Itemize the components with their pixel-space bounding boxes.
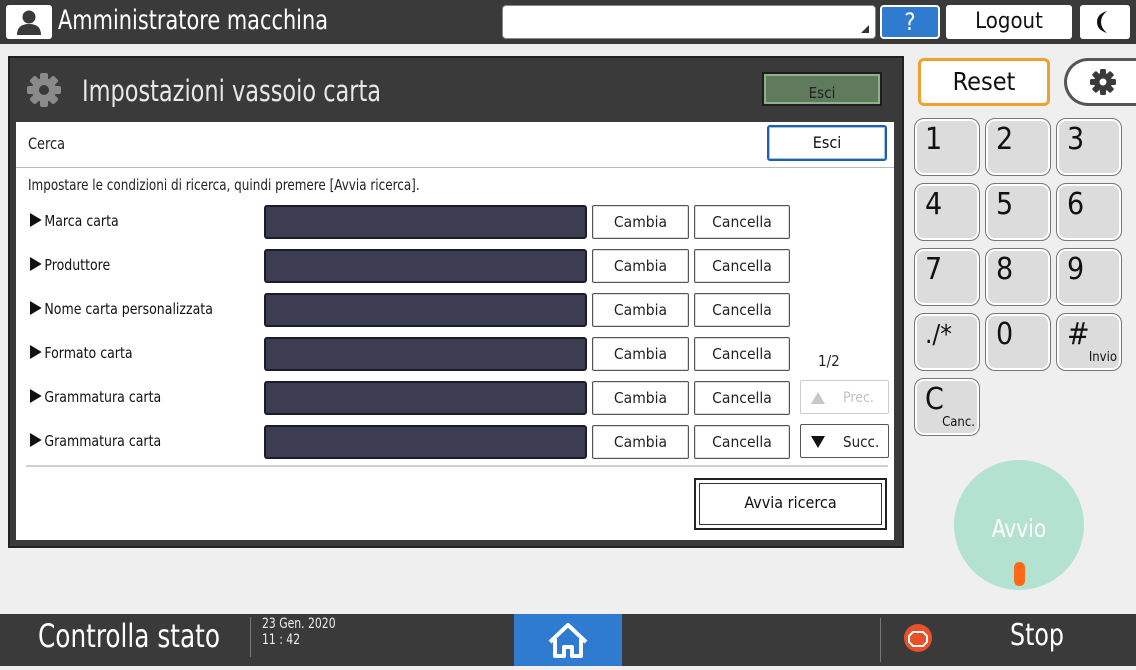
next-page-button[interactable]: Succ.: [800, 424, 889, 458]
arrow-right-icon: [30, 433, 42, 447]
row-label-paper-size: Formato carta: [30, 344, 133, 362]
stop-icon: [902, 622, 934, 654]
stop-button[interactable]: Stop: [1010, 614, 1064, 658]
clear-button[interactable]: Cancella: [694, 205, 790, 239]
home-icon: [548, 623, 588, 658]
date-time: 23 Gen. 2020 11 : 42: [262, 616, 336, 648]
key-0[interactable]: 0: [985, 313, 1051, 371]
key-2[interactable]: 2: [985, 118, 1051, 176]
key-enter[interactable]: # Invio: [1056, 313, 1122, 371]
change-button[interactable]: Cambia: [592, 249, 689, 283]
paper-brand-field[interactable]: [264, 205, 587, 239]
change-button[interactable]: Cambia: [592, 337, 689, 371]
gear-icon: [1090, 69, 1116, 95]
arrow-right-icon: [30, 301, 42, 315]
custom-paper-name-field[interactable]: [264, 293, 587, 327]
page-indicator: 1/2: [818, 352, 840, 370]
row-label-paper-brand: Marca carta: [30, 212, 119, 230]
key-1[interactable]: 1: [914, 118, 980, 176]
panel-title: Impostazioni vassoio carta: [82, 74, 382, 108]
settings-button[interactable]: [1064, 58, 1136, 106]
gear-icon: [22, 70, 66, 110]
check-status-button[interactable]: Controlla stato: [38, 614, 220, 658]
key-4[interactable]: 4: [914, 183, 980, 241]
clear-button[interactable]: Cancella: [694, 425, 790, 459]
change-button[interactable]: Cambia: [592, 425, 689, 459]
prev-page-button[interactable]: Prec.: [800, 380, 889, 414]
key-3[interactable]: 3: [1056, 118, 1122, 176]
change-button[interactable]: Cambia: [592, 381, 689, 415]
manufacturer-field[interactable]: [264, 249, 587, 283]
change-button[interactable]: Cambia: [592, 205, 689, 239]
paper-size-field[interactable]: [264, 337, 587, 371]
divider: [26, 465, 888, 467]
divider: [880, 618, 881, 662]
user-icon: [6, 5, 52, 39]
search-header: [16, 122, 894, 168]
key-dot-star[interactable]: ./*: [914, 313, 980, 371]
divider: [250, 617, 251, 657]
reset-button[interactable]: Reset: [918, 58, 1050, 106]
row-label-paper-weight: Grammatura carta: [30, 432, 161, 450]
admin-title: Amministratore macchina: [58, 5, 329, 36]
energy-saver-button[interactable]: [1080, 5, 1130, 39]
message-field[interactable]: [502, 5, 876, 39]
clear-button[interactable]: Cancella: [694, 337, 790, 371]
paper-weight-field[interactable]: [264, 425, 587, 459]
row-label-custom-paper-name: Nome carta personalizzata: [30, 300, 213, 318]
arrow-right-icon: [30, 213, 42, 227]
moon-icon: [1097, 11, 1107, 33]
paper-weight-field[interactable]: [264, 381, 587, 415]
search-instructions: Impostare le condizioni di ricerca, quin…: [28, 176, 420, 194]
key-6[interactable]: 6: [1056, 183, 1122, 241]
home-button[interactable]: [514, 614, 622, 666]
panel-exit-button[interactable]: Esci: [762, 72, 882, 106]
arrow-down-icon: [811, 436, 825, 448]
key-5[interactable]: 5: [985, 183, 1051, 241]
row-label-manufacturer: Produttore: [30, 256, 110, 274]
help-button[interactable]: ?: [880, 5, 940, 39]
search-title: Cerca: [28, 134, 66, 153]
arrow-right-icon: [30, 257, 42, 271]
row-label-paper-weight: Grammatura carta: [30, 388, 161, 406]
key-7[interactable]: 7: [914, 248, 980, 306]
clear-button[interactable]: Cancella: [694, 293, 790, 327]
arrow-up-icon: [811, 392, 825, 404]
search-exit-button[interactable]: Esci: [767, 125, 887, 161]
key-clear[interactable]: C Canc.: [914, 378, 980, 436]
arrow-right-icon: [30, 345, 42, 359]
key-8[interactable]: 8: [985, 248, 1051, 306]
clear-button[interactable]: Cancella: [694, 381, 790, 415]
start-label: Avvio: [991, 514, 1047, 543]
arrow-right-icon: [30, 389, 42, 403]
start-indicator-led: [1014, 562, 1025, 586]
change-button[interactable]: Cambia: [592, 293, 689, 327]
key-9[interactable]: 9: [1056, 248, 1122, 306]
start-search-button[interactable]: Avvia ricerca: [694, 478, 887, 530]
clear-button[interactable]: Cancella: [694, 249, 790, 283]
logout-button[interactable]: Logout: [946, 5, 1072, 39]
